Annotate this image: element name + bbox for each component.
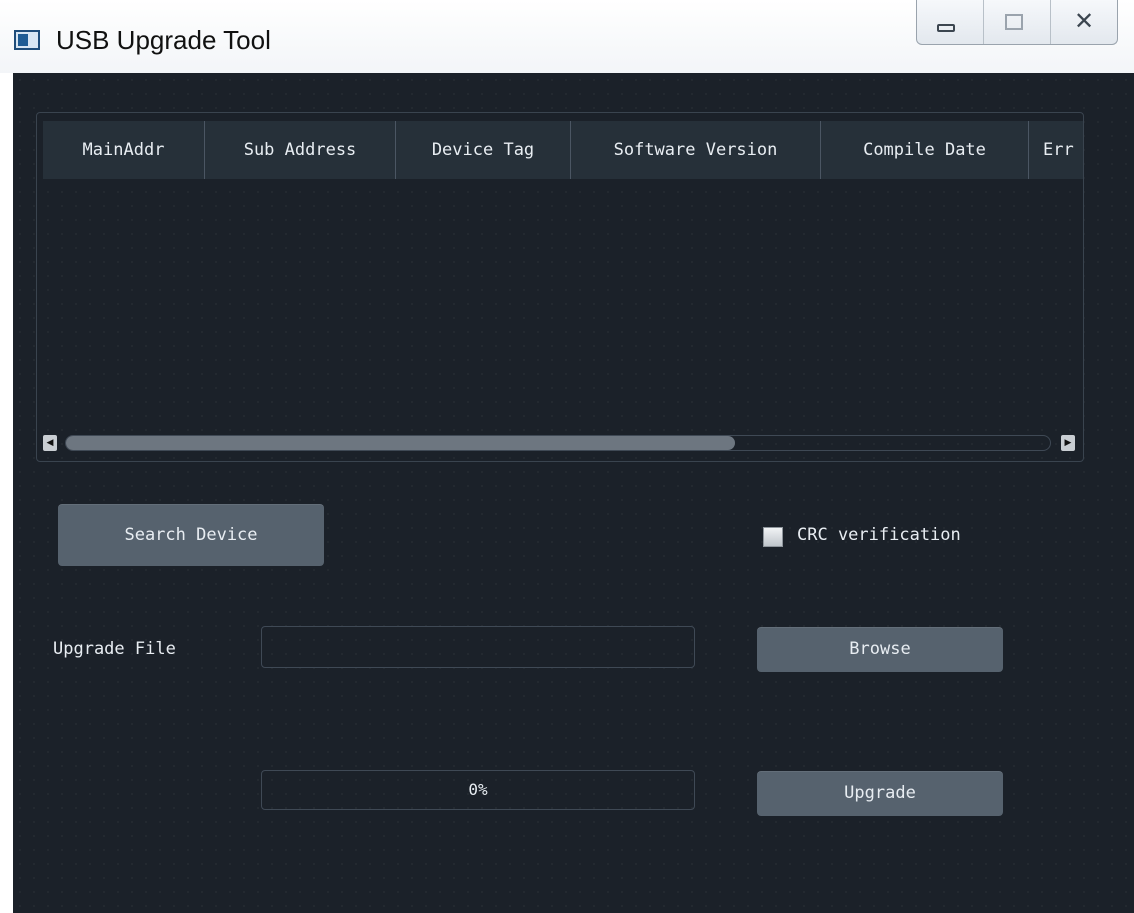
title-bar: USB Upgrade Tool ✕ — [0, 0, 1134, 73]
window-controls: ✕ — [916, 0, 1118, 45]
browse-button[interactable]: Browse — [757, 627, 1003, 672]
upgrade-progress-bar: 0% — [261, 770, 695, 810]
crc-verification-label: CRC verification — [797, 525, 961, 545]
search-device-button[interactable]: Search Device — [58, 504, 324, 566]
upgrade-button[interactable]: Upgrade — [757, 771, 1003, 816]
column-header-compile-date[interactable]: Compile Date — [821, 121, 1029, 179]
client-area: MainAddr Sub Address Device Tag Software… — [13, 73, 1134, 913]
progress-text: 0% — [468, 780, 488, 799]
maximize-icon — [1005, 14, 1023, 30]
device-table[interactable]: MainAddr Sub Address Device Tag Software… — [36, 112, 1084, 462]
window-title: USB Upgrade Tool — [56, 25, 271, 55]
upgrade-file-label: Upgrade File — [53, 639, 176, 659]
minimize-button[interactable] — [917, 0, 983, 44]
scroll-left-icon[interactable]: ◀ — [43, 435, 57, 451]
column-header-sub-address[interactable]: Sub Address — [205, 121, 396, 179]
scroll-right-icon[interactable]: ▶ — [1061, 435, 1075, 451]
app-window-icon — [14, 30, 40, 50]
column-header-software-version[interactable]: Software Version — [571, 121, 821, 179]
close-button[interactable]: ✕ — [1050, 0, 1117, 44]
scroll-thumb[interactable] — [66, 436, 736, 450]
column-header-err[interactable]: Err — [1029, 121, 1083, 179]
scroll-track[interactable] — [65, 435, 1051, 451]
horizontal-scrollbar[interactable]: ◀ ▶ — [43, 433, 1075, 453]
column-header-mainaddr[interactable]: MainAddr — [43, 121, 205, 179]
table-header: MainAddr Sub Address Device Tag Software… — [43, 121, 1083, 179]
upgrade-file-input[interactable] — [261, 626, 695, 668]
column-header-device-tag[interactable]: Device Tag — [396, 121, 571, 179]
close-icon: ✕ — [1073, 7, 1095, 35]
crc-verification-checkbox[interactable] — [763, 527, 783, 547]
maximize-button[interactable] — [983, 0, 1050, 44]
minimize-icon — [937, 24, 955, 32]
